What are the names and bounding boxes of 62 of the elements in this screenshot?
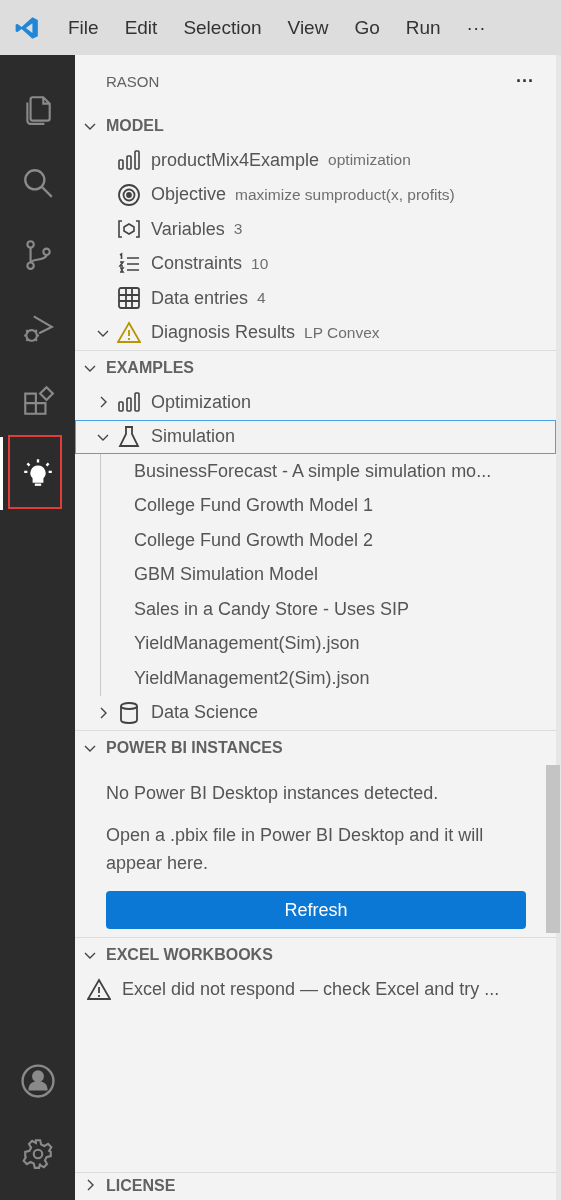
item-label: Variables	[151, 218, 225, 240]
tree-item[interactable]: Data entries 4	[75, 281, 556, 316]
item-description: 10	[251, 254, 269, 273]
section-header[interactable]: POWER BI INSTANCES	[75, 730, 556, 765]
account-icon	[18, 1062, 57, 1101]
app-logo-icon	[14, 14, 40, 41]
bar-chart-icon	[117, 390, 141, 415]
tree-item[interactable]: GBM Simulation Model	[101, 557, 556, 592]
item-label: productMix4Example	[151, 149, 320, 171]
section-header[interactable]: LICENSE	[75, 1172, 556, 1200]
section-header[interactable]: EXCEL WORKBOOKS	[75, 937, 556, 972]
tree-item[interactable]: BusinessForecast - A simple simulation mo...	[101, 454, 556, 489]
menu-item[interactable]: ···	[466, 16, 486, 39]
numbered-list-icon	[117, 251, 141, 276]
tree-item[interactable]: College Fund Growth Model 1	[101, 488, 556, 523]
menu-item[interactable]: Go	[354, 16, 380, 39]
database-icon	[117, 700, 141, 725]
tree-item[interactable]: Objective maximize sumproduct(x, profits)	[75, 177, 556, 212]
item-label: Simulation	[151, 426, 236, 448]
item-label: Optimization	[151, 391, 252, 413]
table-icon	[117, 286, 141, 311]
menu-item[interactable]: Run	[405, 16, 441, 39]
tree-item[interactable]: Variables 3	[75, 212, 556, 247]
item-description: 4	[257, 289, 266, 308]
item-label: Data Science	[151, 702, 259, 724]
flask-icon	[117, 424, 141, 449]
warning-icon	[87, 977, 111, 1002]
tree-item[interactable]: Simulation	[75, 419, 556, 454]
refresh-button[interactable]: Refresh	[106, 891, 526, 929]
menu-item[interactable]: File	[68, 16, 99, 39]
tree-item[interactable]: YieldManagement2(Sim).json	[101, 661, 556, 696]
menu-item[interactable]: Selection	[183, 16, 262, 39]
item-label: Constraints	[151, 253, 243, 275]
menu-item[interactable]: View	[287, 16, 329, 39]
settings-icon	[20, 1136, 55, 1171]
more-actions-button[interactable]: ···	[516, 71, 534, 92]
item-description: LP Convex	[304, 323, 380, 342]
target-icon	[117, 182, 141, 207]
section-header[interactable]: MODEL	[75, 108, 556, 143]
scrollbar-thumb[interactable]	[546, 765, 560, 933]
tree-item[interactable]: Diagnosis Results LP Convex	[75, 315, 556, 350]
bar-chart-icon	[117, 148, 141, 173]
item-description: maximize sumproduct(x, profits)	[235, 185, 455, 204]
tree-item[interactable]: YieldManagement(Sim).json	[101, 626, 556, 661]
item-label: Diagnosis Results	[151, 322, 296, 344]
panel-title: RASON	[106, 73, 160, 90]
tree-item[interactable]: Sales in a Candy Store - Uses SIP	[101, 592, 556, 627]
section-header[interactable]: EXAMPLES	[75, 350, 556, 385]
item-description: 3	[233, 220, 243, 239]
item-label: Objective	[151, 184, 227, 206]
tree-item[interactable]: Constraints 10	[75, 246, 556, 281]
info-message: No Power BI Desktop instances detected.	[106, 782, 440, 805]
item-label: Data entries	[151, 287, 249, 309]
tree-item[interactable]: productMix4Example optimization	[75, 143, 556, 178]
warning-message: Excel did not respond — check Excel and try ...	[122, 979, 500, 1000]
info-message: Open a .pbix file in Power BI Desktop and it will appear here.	[106, 824, 485, 875]
warning-icon	[117, 320, 141, 345]
tree-item[interactable]: Data Science	[75, 695, 556, 730]
tree-item[interactable]: College Fund Growth Model 2	[101, 523, 556, 558]
menu-item[interactable]: Edit	[124, 16, 158, 39]
tree-item[interactable]: Optimization	[75, 385, 556, 420]
item-description: optimization	[328, 151, 411, 170]
